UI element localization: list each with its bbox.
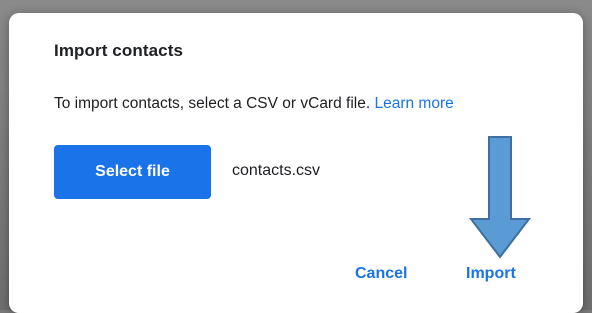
dialog-title: Import contacts [54, 41, 184, 60]
selected-file-name: contacts.csv [232, 162, 321, 179]
cancel-button[interactable]: Cancel [347, 256, 415, 292]
learn-more-link[interactable]: Learn more [374, 95, 453, 112]
annotation-arrow-icon [469, 136, 532, 259]
select-file-button[interactable]: Select file [54, 145, 211, 199]
dialog-description: To import contacts, select a CSV or vCar… [54, 95, 454, 113]
description-text: To import contacts, select a CSV or vCar… [54, 95, 371, 112]
import-button[interactable]: Import [458, 256, 524, 292]
import-contacts-dialog: Import contacts To import contacts, sele… [9, 13, 583, 313]
